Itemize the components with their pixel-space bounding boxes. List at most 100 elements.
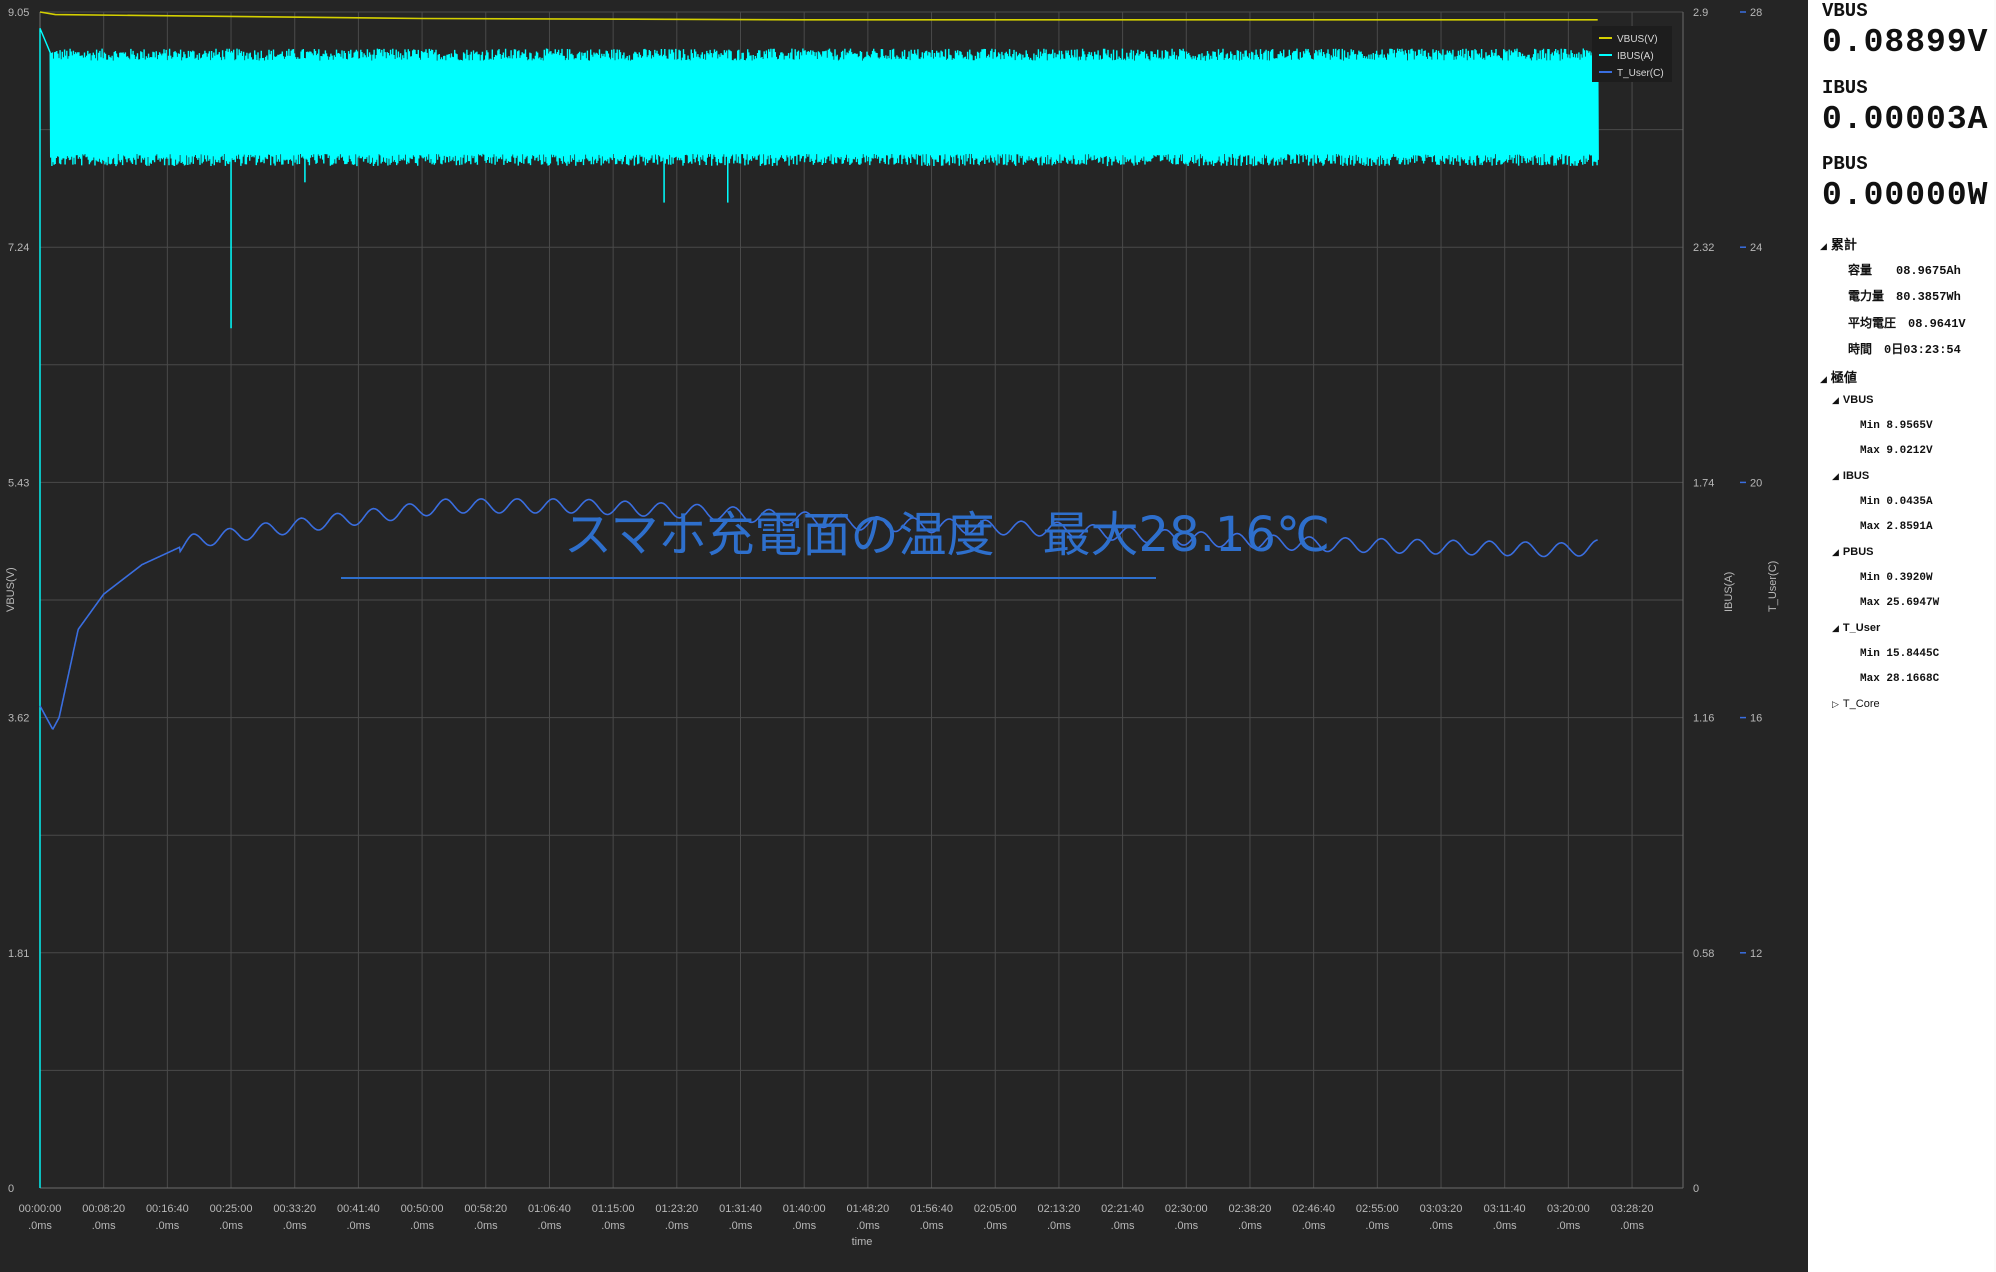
expanded-triangle-icon: ◢ [1832,395,1839,405]
tuser-max: Max 28.1668C [1860,673,1940,685]
x-axis-tick-label: 00:41:40 [337,1203,380,1215]
ibus-value: 0.00003A [1822,101,1989,138]
x-axis-tick-label: 03:28:20 [1611,1203,1654,1215]
x-axis-tick-label: 00:00:00 [19,1203,62,1215]
expanded-triangle-icon: ◢ [1820,374,1827,384]
left-axis-tick-label: 7.24 [8,242,29,254]
x-axis-tick-label: 00:08:20 [82,1203,125,1215]
pbus-min: Min 0.3920W [1860,572,1933,584]
ibus-group-label: IBUS [1842,470,1870,482]
annotation-text: スマホ充電面の温度 最大28.16℃ [564,507,1330,563]
tree-cumulative[interactable]: ◢ 累計 [1820,234,1857,253]
left-axis-tick-label: 9.05 [8,7,29,19]
tree-ibus[interactable]: ◢ IBUS [1832,470,1869,482]
legend: VBUS(V) IBUS(A) T_User(C) [1592,26,1672,82]
extremes-label: 極値 [1830,370,1857,385]
expanded-triangle-icon: ◢ [1820,241,1827,251]
right-axis-tick-label: 12 [1750,948,1762,960]
x-axis-tick-label: 00:25:00 [210,1203,253,1215]
x-axis-tick-sublabel: .0ms [1238,1220,1262,1232]
readout-panel: VBUS 0.08899V IBUS 0.00003A PBUS 0.00000… [1808,0,1994,1272]
x-axis-tick-sublabel: .0ms [410,1220,434,1232]
chart-area: 0 1.81 3.62 5.43 7.24 9.05 0 0.58 1.16 1.74 2.32 2… [0,0,1808,1272]
x-axis-tick-sublabel: .0ms [28,1220,52,1232]
right-axis-tick-label: 20 [1750,477,1762,489]
x-axis-tick-label: 00:50:00 [401,1203,444,1215]
x-axis-tick-sublabel: .0ms [155,1220,179,1232]
x-axis-tick-label: 01:48:20 [846,1203,889,1215]
x-axis-tick-sublabel: .0ms [1620,1220,1644,1232]
x-axis-tick-label: 00:58:20 [464,1203,507,1215]
x-axis-tick-sublabel: .0ms [474,1220,498,1232]
ibus-label: IBUS [1822,77,1868,99]
x-axis-tick-label: 01:06:40 [528,1203,571,1215]
right-axis-tick-label: 28 [1750,7,1762,19]
x-axis-tick-sublabel: .0ms [1047,1220,1071,1232]
x-axis-tick-sublabel: .0ms [538,1220,562,1232]
x-axis-tick-sublabel: .0ms [983,1220,1007,1232]
energy-row: 電力量 80.3857Wh [1848,290,1961,304]
tcore-group-label: T_Core [1842,698,1880,710]
vbus-max: Max 9.0212V [1860,445,1933,457]
x-axis-tick-label: 02:21:40 [1101,1203,1144,1215]
x-axis-tick-sublabel: .0ms [1493,1220,1517,1232]
x-axis-tick-label: 03:20:00 [1547,1203,1590,1215]
vbus-value: 0.08899V [1822,24,1989,61]
collapsed-triangle-icon: ▷ [1832,699,1839,709]
left-axis-tick-label: 5.43 [8,477,29,489]
pbus-value: 0.00000W [1822,177,1989,214]
tuser-min: Min 15.8445C [1860,648,1940,660]
expanded-triangle-icon: ◢ [1832,547,1839,557]
vbus-label: VBUS [1822,0,1868,22]
x-axis-tick-label: 01:15:00 [592,1203,635,1215]
tree-pbus[interactable]: ◢ PBUS [1832,546,1873,558]
legend-label-vbus: VBUS(V) [1617,34,1658,45]
tree-tcore[interactable]: ▷ T_Core [1832,698,1880,710]
x-axis-tick-sublabel: .0ms [1556,1220,1580,1232]
x-axis-tick-label: 03:03:20 [1420,1203,1463,1215]
right-axis-tick-label: 24 [1750,242,1762,254]
vbus-group-label: VBUS [1842,394,1874,406]
x-axis-tick-sublabel: .0ms [219,1220,243,1232]
mid-axis-tick-label: 1.16 [1693,713,1714,725]
x-axis-tick-sublabel: .0ms [92,1220,116,1232]
x-axis-tick-sublabel: .0ms [1302,1220,1326,1232]
x-axis-tick-label: 00:33:20 [273,1203,316,1215]
x-axis-tick-label: 02:13:20 [1038,1203,1081,1215]
left-axis-tick-label: 0 [8,1183,14,1195]
tuser-group-label: T_User [1842,622,1881,634]
mid-axis-tick-label: 0.58 [1693,948,1714,960]
x-axis-tick-sublabel: .0ms [665,1220,689,1232]
right-axis-label: T_User(C) [1767,561,1779,612]
x-axis-tick-sublabel: .0ms [601,1220,625,1232]
tree-extremes[interactable]: ◢ 極値 [1820,367,1857,386]
left-axis-tick-label: 3.62 [8,713,29,725]
x-axis-tick-sublabel: .0ms [283,1220,307,1232]
expanded-triangle-icon: ◢ [1832,623,1839,633]
mid-axis-tick-label: 1.74 [1693,477,1714,489]
time-row: 時間 0日03:23:54 [1848,343,1961,357]
x-axis-tick-label: 01:23:20 [655,1203,698,1215]
x-axis-tick-label: 03:11:40 [1484,1203,1526,1215]
pbus-max: Max 25.6947W [1860,597,1940,609]
avg-voltage-row: 平均電圧 08.9641V [1848,317,1966,331]
legend-label-ibus: IBUS(A) [1617,51,1654,62]
x-axis-label: time [852,1236,873,1248]
plot-background [0,0,1808,1272]
x-axis-tick-sublabel: .0ms [346,1220,370,1232]
right-axis-tick-label: 16 [1750,713,1762,725]
capacity-row: 容量 08.9675Ah [1848,264,1961,278]
x-axis-tick-label: 02:30:00 [1165,1203,1208,1215]
x-axis-tick-sublabel: .0ms [792,1220,816,1232]
x-axis-tick-sublabel: .0ms [1111,1220,1135,1232]
left-axis-tick-label: 1.81 [8,948,29,960]
tree-tuser[interactable]: ◢ T_User [1832,622,1880,634]
x-axis-tick-label: 01:40:00 [783,1203,826,1215]
mid-axis-tick-label: 0 [1693,1183,1699,1195]
x-axis-tick-sublabel: .0ms [920,1220,944,1232]
x-axis-tick-label: 01:56:40 [910,1203,953,1215]
pbus-group-label: PBUS [1842,546,1874,558]
mid-axis-label: IBUS(A) [1723,572,1735,612]
tree-vbus[interactable]: ◢ VBUS [1832,394,1873,406]
x-axis-tick-label: 02:55:00 [1356,1203,1399,1215]
